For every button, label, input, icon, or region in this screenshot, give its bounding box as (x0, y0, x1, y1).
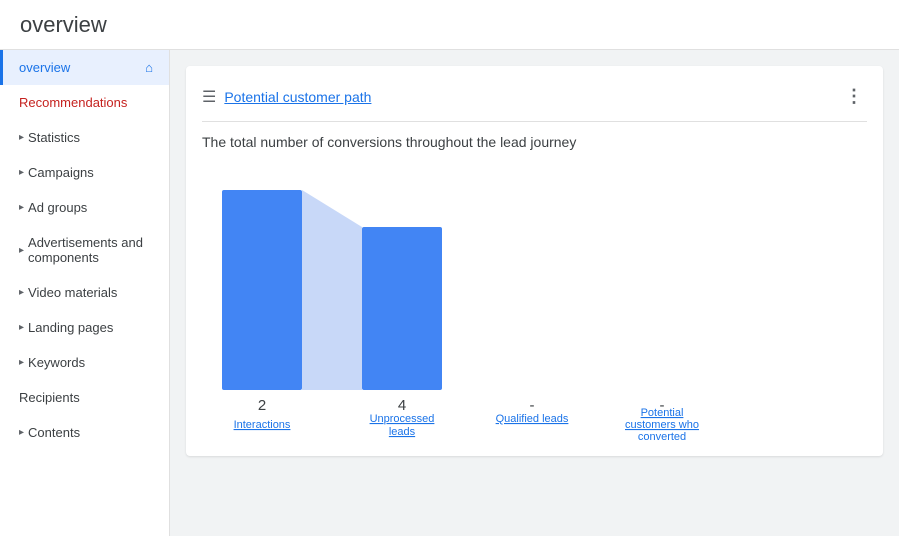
label-potential-2[interactable]: customers who (625, 419, 699, 431)
sidebar-item-label: Recommendations (19, 95, 127, 110)
sidebar-item-statistics[interactable]: ▸ Statistics (0, 120, 169, 155)
content-area: ☰ Potential customer path ⋮ The total nu… (170, 50, 899, 536)
chevron-icon: ▸ (19, 202, 24, 213)
sidebar-item-label: Video materials (28, 285, 117, 300)
sidebar-item-label: Contents (28, 425, 80, 440)
label-unprocessed-1[interactable]: Unprocessed (370, 413, 435, 425)
chevron-icon: ▸ (19, 287, 24, 298)
label-interactions[interactable]: Interactions (234, 419, 291, 431)
sidebar-item-label: Statistics (28, 130, 80, 145)
sidebar: overview ⌂ Recommendations ▸ Statistics ▸ Camp… (0, 50, 170, 536)
sidebar-item-label: overview (19, 60, 70, 75)
home-icon: ⌂ (145, 60, 153, 75)
chart-description: The total number of conversions througho… (202, 134, 867, 150)
sidebar-item-keywords[interactable]: ▸ Keywords (0, 345, 169, 380)
page-title: overview (20, 12, 107, 38)
chevron-icon: ▸ (19, 322, 24, 333)
sidebar-item-recommendations[interactable]: Recommendations (0, 85, 169, 120)
sidebar-item-label: Landing pages (28, 320, 113, 335)
chevron-icon: ▸ (19, 167, 24, 178)
chart-area: 2 4 - - Interactions Unprocessed leads Q… (202, 170, 867, 440)
sidebar-item-label: Keywords (28, 355, 85, 370)
sidebar-item-ad-groups[interactable]: ▸ Ad groups (0, 190, 169, 225)
sidebar-item-campaigns[interactable]: ▸ Campaigns (0, 155, 169, 190)
sidebar-item-overview[interactable]: overview ⌂ (0, 50, 169, 85)
card-title[interactable]: Potential customer path (224, 89, 371, 105)
main-layout: overview ⌂ Recommendations ▸ Statistics ▸ Camp… (0, 50, 899, 536)
funnel-chart: 2 4 - - Interactions Unprocessed leads Q… (202, 170, 722, 440)
label-potential-1[interactable]: Potential (641, 407, 684, 419)
sidebar-item-advertisements[interactable]: ▸ Advertisements and components (0, 225, 169, 275)
bar-unprocessed (362, 227, 442, 390)
label-qualified[interactable]: Qualified leads (496, 413, 569, 425)
sidebar-item-recipients[interactable]: Recipients (0, 380, 169, 415)
card-header-left: ☰ Potential customer path (202, 87, 371, 107)
sidebar-item-landing-pages[interactable]: ▸ Landing pages (0, 310, 169, 345)
chevron-icon: ▸ (19, 357, 24, 368)
filter-icon: ☰ (202, 87, 216, 107)
sidebar-item-label: Recipients (19, 390, 80, 405)
chevron-icon: ▸ (19, 132, 24, 143)
more-options-icon[interactable]: ⋮ (841, 82, 867, 111)
overview-card: ☰ Potential customer path ⋮ The total nu… (186, 66, 883, 456)
sidebar-item-label: Ad groups (28, 200, 87, 215)
sidebar-item-label: Advertisements and components (28, 235, 153, 265)
card-header: ☰ Potential customer path ⋮ (202, 82, 867, 122)
value-interactions: 2 (258, 397, 266, 414)
sidebar-item-label: Campaigns (28, 165, 94, 180)
funnel-connector-1 (302, 190, 362, 390)
label-unprocessed-2[interactable]: leads (389, 426, 416, 438)
chevron-icon: ▸ (19, 427, 24, 438)
value-qualified: - (530, 397, 535, 414)
sidebar-item-video-materials[interactable]: ▸ Video materials (0, 275, 169, 310)
label-potential-3[interactable]: converted (638, 431, 686, 440)
bar-interactions (222, 190, 302, 390)
sidebar-item-contents[interactable]: ▸ Contents (0, 415, 169, 450)
value-unprocessed: 4 (398, 397, 406, 414)
chevron-icon: ▸ (19, 245, 24, 256)
top-bar: overview (0, 0, 899, 50)
